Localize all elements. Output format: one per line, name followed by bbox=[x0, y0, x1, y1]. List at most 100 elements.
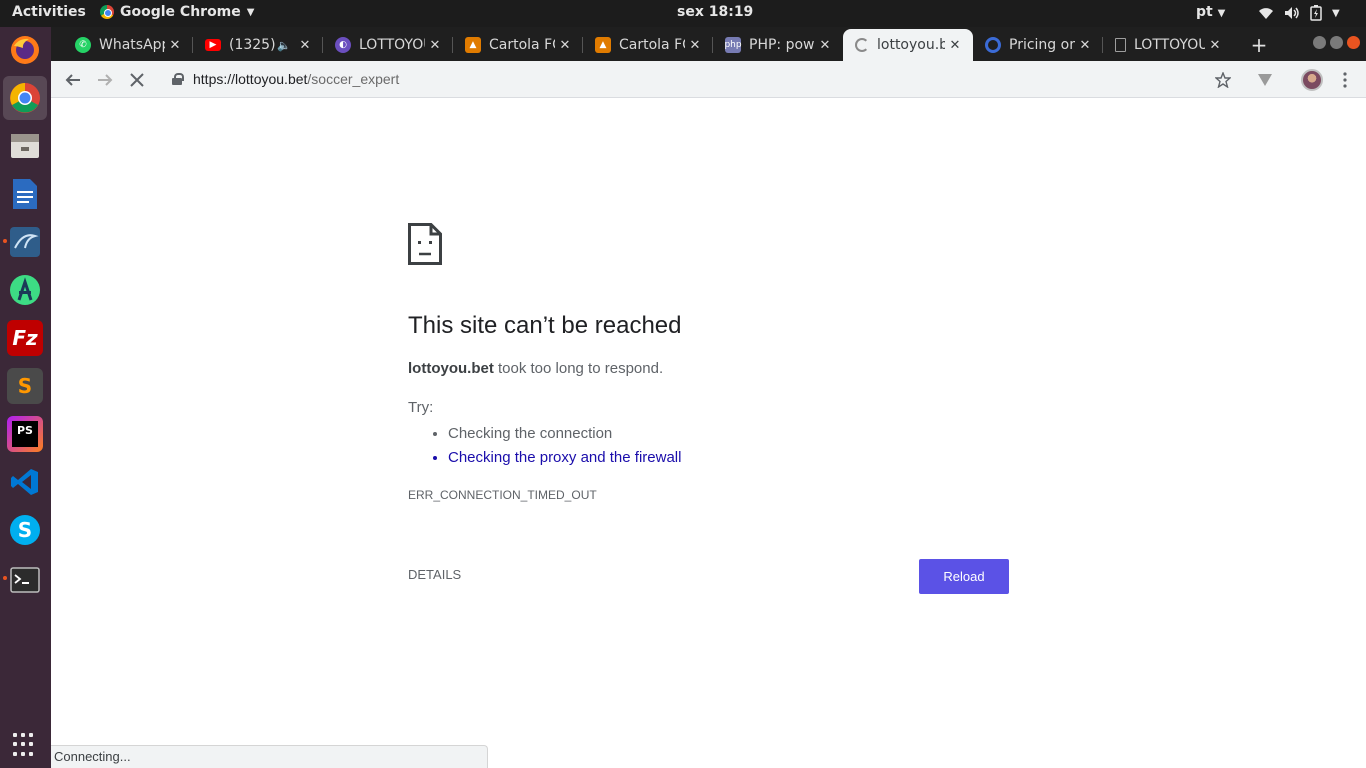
maximize-button[interactable] bbox=[1330, 36, 1343, 49]
terminal-icon bbox=[10, 567, 40, 593]
forward-button[interactable] bbox=[92, 67, 118, 93]
browser-toolbar: https://lottoyou.bet/soccer_expert bbox=[51, 61, 1366, 98]
tab-lottoyou[interactable]: ◐ LOTTOYOU ✕ bbox=[323, 29, 453, 61]
close-icon bbox=[130, 73, 144, 87]
tab-youtube[interactable]: ▶ (1325) 🔈 ✕ bbox=[193, 29, 323, 61]
minimize-button[interactable] bbox=[1313, 36, 1326, 49]
error-code: ERR_CONNECTION_TIMED_OUT bbox=[408, 488, 597, 502]
chrome-icon bbox=[10, 83, 40, 113]
dock-chrome[interactable] bbox=[3, 76, 47, 120]
window-controls bbox=[1313, 36, 1360, 49]
language-indicator[interactable]: pt ▼ bbox=[1196, 4, 1225, 20]
libreoffice-writer-icon bbox=[13, 179, 37, 209]
close-icon[interactable]: ✕ bbox=[1075, 38, 1095, 53]
dock-firefox[interactable] bbox=[7, 32, 43, 68]
details-button[interactable]: DETAILS bbox=[408, 567, 461, 582]
close-window-button[interactable] bbox=[1347, 36, 1360, 49]
tab-title: PHP: pow bbox=[749, 37, 815, 53]
arrow-right-icon bbox=[98, 74, 113, 86]
back-button[interactable] bbox=[60, 67, 86, 93]
activities-button[interactable]: Activities bbox=[12, 4, 86, 20]
url-host: https://lottoyou.bet bbox=[193, 71, 308, 87]
svg-text:S: S bbox=[18, 518, 32, 542]
chevron-down-icon: ▼ bbox=[1217, 8, 1226, 19]
new-tab-button[interactable]: + bbox=[1245, 29, 1273, 61]
tab-cartola-1[interactable]: ▲ Cartola FC ✕ bbox=[453, 29, 583, 61]
tab-pricing[interactable]: Pricing or ✕ bbox=[973, 29, 1103, 61]
system-tray[interactable]: ▼ bbox=[1258, 5, 1340, 21]
chevron-down-icon: ▼ bbox=[1332, 7, 1340, 19]
extension-v-icon bbox=[1258, 74, 1272, 86]
close-icon[interactable]: ✕ bbox=[685, 38, 705, 53]
vscode-icon bbox=[11, 469, 38, 495]
whatsapp-icon: ✆ bbox=[75, 37, 91, 53]
tab-title: LOTTOYOU bbox=[1134, 37, 1205, 53]
error-description: lottoyou.bet took too long to respond. bbox=[408, 360, 663, 377]
status-bubble: Connecting... bbox=[51, 745, 488, 768]
dock-writer[interactable] bbox=[7, 176, 43, 212]
app-menu[interactable]: Google Chrome ▼ bbox=[100, 4, 254, 20]
lottoyou-icon: ◐ bbox=[335, 37, 351, 53]
bookmark-button[interactable] bbox=[1210, 67, 1236, 93]
tab-php[interactable]: php PHP: pow ✕ bbox=[713, 29, 843, 61]
phpstorm-icon: PS bbox=[12, 421, 38, 447]
close-icon[interactable]: ✕ bbox=[945, 38, 965, 53]
dock-mysql-workbench[interactable] bbox=[7, 224, 43, 260]
tab-lottoyou-active[interactable]: lottoyou.b ✕ bbox=[843, 29, 973, 61]
dock-files[interactable] bbox=[7, 128, 43, 164]
close-icon[interactable]: ✕ bbox=[295, 38, 315, 53]
page-icon bbox=[1115, 38, 1126, 52]
dock-terminal[interactable] bbox=[7, 562, 43, 598]
dock-filezilla[interactable]: Fz bbox=[7, 320, 43, 356]
tab-whatsapp[interactable]: ✆ WhatsApp ✕ bbox=[63, 29, 193, 61]
loading-spinner-icon bbox=[855, 38, 869, 52]
tab-title: lottoyou.b bbox=[877, 37, 945, 53]
dock-phpstorm[interactable]: PS bbox=[7, 416, 43, 452]
dock-sublime-text[interactable]: S bbox=[7, 368, 43, 404]
close-icon[interactable]: ✕ bbox=[815, 38, 835, 53]
pricing-icon bbox=[985, 37, 1001, 53]
dock-vscode[interactable] bbox=[7, 464, 43, 500]
sad-page-icon bbox=[408, 223, 442, 265]
try-label: Try: bbox=[408, 399, 434, 416]
gnome-top-bar: Activities Google Chrome ▼ sex 18:19 pt … bbox=[0, 0, 1366, 27]
chrome-icon bbox=[100, 5, 114, 19]
stop-button[interactable] bbox=[124, 67, 150, 93]
wifi-icon bbox=[1259, 8, 1273, 19]
sublime-text-icon: S bbox=[17, 374, 33, 398]
suggestion-check-connection: Checking the connection bbox=[448, 422, 681, 446]
close-icon[interactable]: ✕ bbox=[165, 38, 185, 53]
close-icon[interactable]: ✕ bbox=[555, 38, 575, 53]
audio-playing-icon[interactable]: 🔈 bbox=[277, 39, 291, 52]
close-icon[interactable]: ✕ bbox=[1205, 38, 1225, 53]
suggestion-check-proxy-link[interactable]: Checking the proxy and the firewall bbox=[448, 446, 681, 470]
dock-skype[interactable]: S bbox=[7, 512, 43, 548]
arrow-left-icon bbox=[65, 74, 80, 86]
address-bar[interactable]: https://lottoyou.bet/soccer_expert bbox=[193, 71, 399, 87]
cartola-icon: ▲ bbox=[465, 37, 481, 53]
skype-icon: S bbox=[10, 515, 40, 545]
tab-lottoyou-2[interactable]: LOTTOYOU ✕ bbox=[1103, 29, 1233, 61]
error-host: lottoyou.bet bbox=[408, 360, 494, 377]
tab-title: Cartola FC bbox=[489, 37, 555, 53]
tab-title: WhatsApp bbox=[99, 37, 165, 53]
clock[interactable]: sex 18:19 bbox=[677, 4, 753, 20]
dock-android-studio[interactable] bbox=[7, 272, 43, 308]
error-title: This site can’t be reached bbox=[408, 312, 682, 339]
avatar[interactable] bbox=[1301, 69, 1323, 91]
tab-cartola-2[interactable]: ▲ Cartola FC ✕ bbox=[583, 29, 713, 61]
page-content: This site can’t be reached lottoyou.bet … bbox=[51, 98, 1366, 768]
error-description-text: took too long to respond. bbox=[493, 360, 664, 377]
battery-icon bbox=[1310, 5, 1322, 21]
chevron-down-icon: ▼ bbox=[246, 6, 255, 18]
show-applications-button[interactable] bbox=[13, 733, 37, 757]
cartola-icon: ▲ bbox=[595, 37, 611, 53]
reload-button[interactable]: Reload bbox=[919, 559, 1009, 594]
close-icon[interactable]: ✕ bbox=[425, 38, 445, 53]
mysql-workbench-icon bbox=[10, 227, 40, 257]
extension-button[interactable] bbox=[1252, 67, 1278, 93]
filezilla-icon: Fz bbox=[12, 326, 38, 350]
menu-button[interactable] bbox=[1332, 67, 1358, 93]
star-icon bbox=[1215, 72, 1231, 88]
lock-icon[interactable] bbox=[172, 73, 184, 85]
